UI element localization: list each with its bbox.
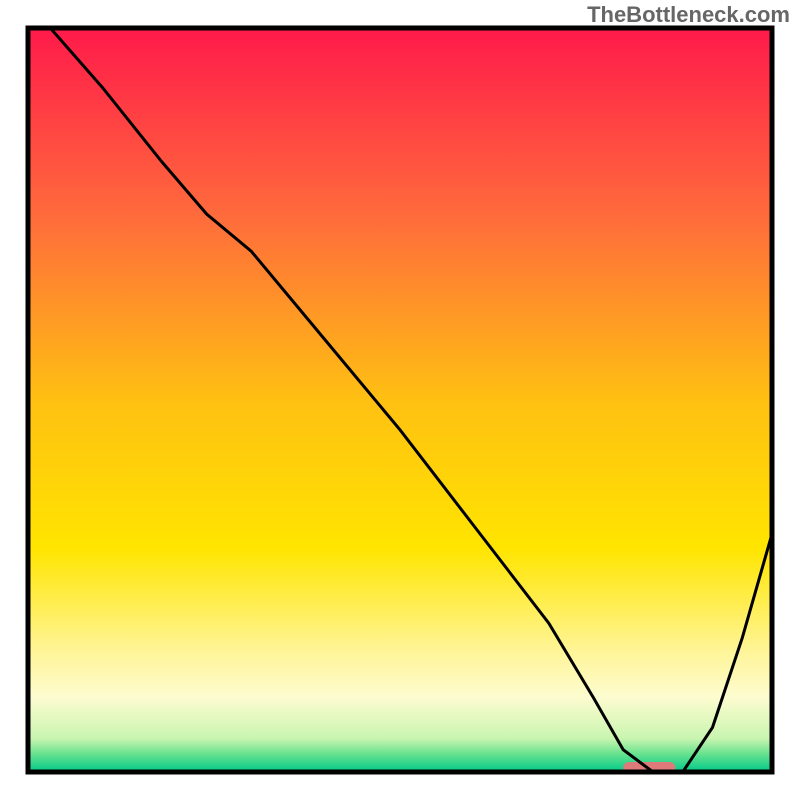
chart-container: TheBottleneck.com [0, 0, 800, 800]
bottleneck-chart [0, 0, 800, 800]
gradient-background [28, 28, 772, 772]
watermark-text: TheBottleneck.com [587, 2, 790, 28]
